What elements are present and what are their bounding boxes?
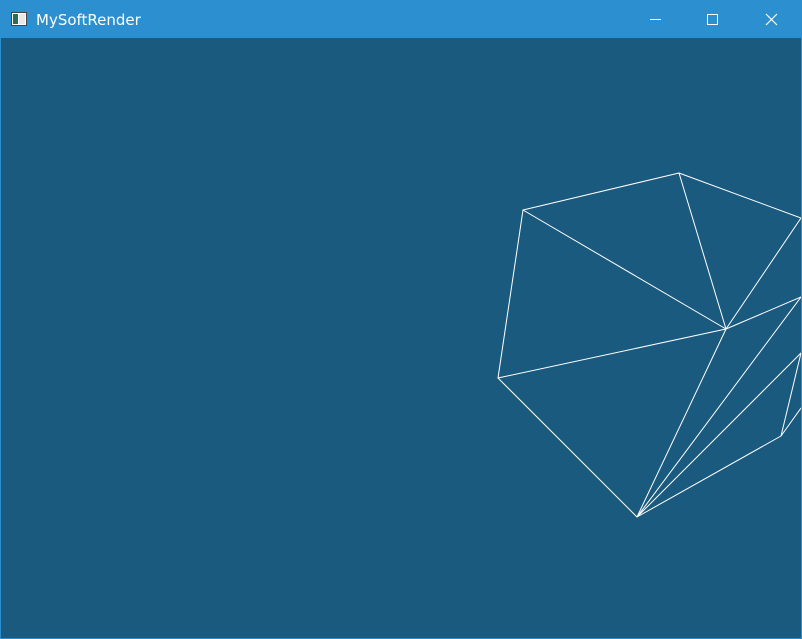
title-bar[interactable]: MySoftRender — [1, 1, 801, 38]
window-title: MySoftRender — [36, 11, 141, 29]
minimize-button[interactable] — [626, 1, 684, 38]
wireframe-edge — [678, 172, 801, 219]
wireframe-canvas — [497, 172, 801, 518]
close-icon — [765, 13, 778, 26]
wireframe-edge — [497, 377, 638, 518]
render-viewport[interactable] — [1, 38, 801, 638]
minimize-icon — [650, 19, 661, 20]
wireframe-edge — [636, 328, 727, 518]
wireframe-edge — [497, 209, 524, 379]
wireframe-edge — [497, 328, 727, 379]
maximize-button[interactable] — [684, 1, 742, 38]
wireframe-edge — [636, 352, 801, 518]
wireframe-edge — [780, 352, 801, 437]
close-button[interactable] — [742, 1, 800, 38]
app-window-icon — [11, 12, 27, 26]
app-window: MySoftRender — [0, 0, 802, 639]
wireframe-edge — [636, 435, 782, 518]
wireframe-edge — [522, 172, 680, 211]
maximize-icon — [707, 14, 718, 25]
